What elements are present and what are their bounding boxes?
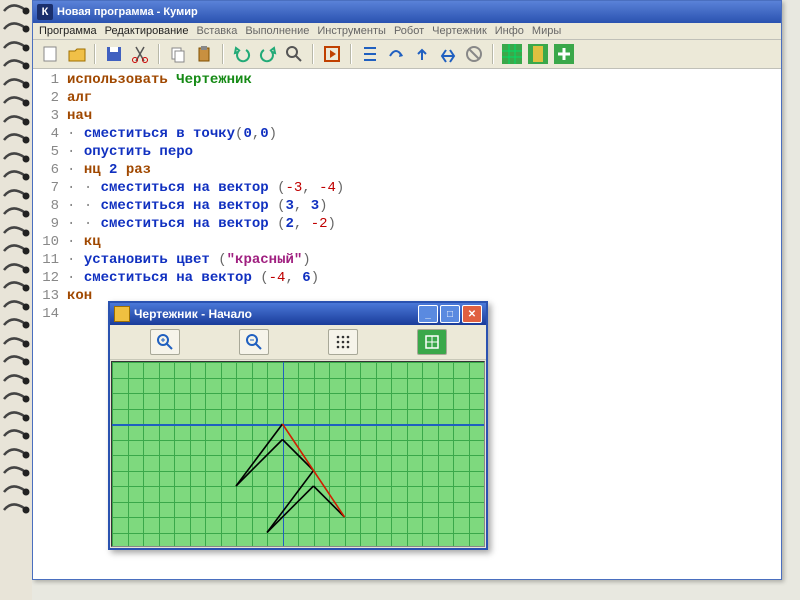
maximize-button[interactable]: □ [440, 305, 460, 323]
menu-robot: Робот [394, 25, 424, 37]
minimize-button[interactable]: _ [418, 305, 438, 323]
cut-button[interactable] [129, 43, 151, 65]
drawer-title-text: Чертежник - Начало [134, 307, 252, 321]
menu-drawer: Чертежник [432, 25, 487, 37]
app-icon: К [37, 4, 53, 20]
stop-button[interactable] [437, 43, 459, 65]
menu-tools: Инструменты [317, 25, 386, 37]
save-button[interactable] [103, 43, 125, 65]
drawer-titlebar[interactable]: Чертежник - Начало _ □ ✕ [110, 303, 486, 325]
code-editor[interactable]: 1234567891011121314 использовать Чертежн… [33, 69, 781, 323]
zoom-out-button[interactable] [239, 329, 269, 355]
zoom-in-button[interactable] [150, 329, 180, 355]
redo-button[interactable] [257, 43, 279, 65]
canvas-wrap [110, 360, 486, 548]
find-button[interactable] [283, 43, 305, 65]
window-title: Новая программа - Кумир [57, 6, 198, 18]
reset-button[interactable] [463, 43, 485, 65]
grid-button[interactable] [328, 329, 358, 355]
spiral-binding [0, 0, 32, 600]
drawer-canvas[interactable] [111, 361, 485, 547]
titlebar: К Новая программа - Кумир [33, 1, 781, 23]
new-button[interactable] [39, 43, 61, 65]
menu-run: Выполнение [245, 25, 309, 37]
fit-button[interactable] [417, 329, 447, 355]
menu-program[interactable]: Программа [39, 25, 97, 37]
menu-edit[interactable]: Редактирование [105, 25, 189, 37]
grid-green-button[interactable] [501, 43, 523, 65]
menu-insert: Вставка [196, 25, 237, 37]
undo-button[interactable] [231, 43, 253, 65]
line-gutter: 1234567891011121314 [33, 71, 67, 323]
step-out-button[interactable] [411, 43, 433, 65]
copy-button[interactable] [167, 43, 189, 65]
menu-info: Инфо [495, 25, 524, 37]
menu-worlds: Миры [532, 25, 561, 37]
open-button[interactable] [65, 43, 87, 65]
toolbar [33, 40, 781, 69]
run-step-button[interactable] [321, 43, 343, 65]
drawer-toolbar [110, 325, 486, 360]
code-area[interactable]: использовать Чертежникалгнач· сместиться… [67, 71, 781, 323]
grid-plus-button[interactable] [553, 43, 575, 65]
paste-button[interactable] [193, 43, 215, 65]
run-into-button[interactable] [359, 43, 381, 65]
menubar: Программа Редактирование Вставка Выполне… [33, 23, 781, 40]
ide-window: К Новая программа - Кумир Программа Реда… [32, 0, 782, 580]
drawer-icon [114, 306, 130, 322]
drawer-window[interactable]: Чертежник - Начало _ □ ✕ [108, 301, 488, 550]
step-over-button[interactable] [385, 43, 407, 65]
close-button[interactable]: ✕ [462, 305, 482, 323]
grid-yellow-button[interactable] [527, 43, 549, 65]
